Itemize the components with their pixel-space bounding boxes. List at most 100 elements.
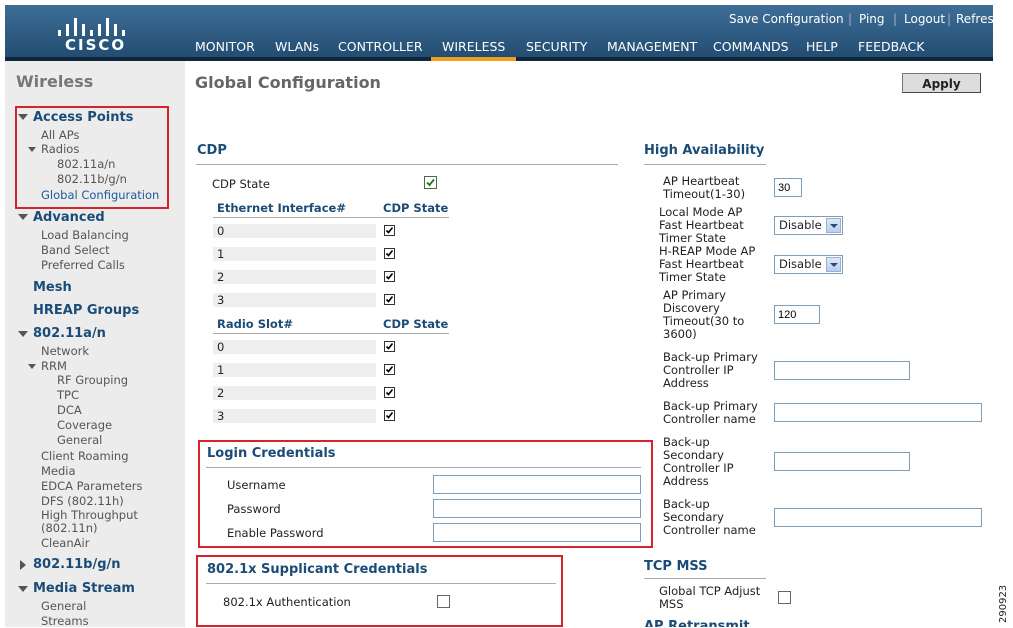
eth-cdp-checkbox[interactable] — [384, 248, 395, 259]
ap-heartbeat-input[interactable] — [774, 178, 802, 197]
global-tcp-adjust-label: Global TCP Adjust MSS — [659, 584, 761, 611]
sidebar-item-advanced[interactable]: Advanced — [33, 210, 105, 225]
nav-wlans[interactable]: WLANs — [275, 39, 319, 54]
username-input[interactable] — [433, 475, 641, 494]
sidebar-item-cleanair[interactable]: CleanAir — [41, 536, 89, 550]
table-row-bg — [213, 293, 376, 307]
sidebar-item-rf-grouping[interactable]: RF Grouping — [57, 373, 128, 387]
eth-row-label: 0 — [217, 224, 225, 238]
hreap-fast-heartbeat-label: H-REAP Mode AP Fast Heartbeat Timer State — [659, 244, 756, 284]
ap-primary-discovery-input[interactable] — [774, 305, 820, 324]
sidebar-item-rrm[interactable]: RRM — [41, 359, 67, 373]
radio-cdp-checkbox[interactable] — [384, 341, 395, 352]
figure-id: 290923 — [998, 584, 1009, 623]
nav-management[interactable]: MANAGEMENT — [607, 39, 697, 54]
eth-cdp-checkbox[interactable] — [384, 271, 395, 282]
password-input[interactable] — [433, 499, 641, 518]
hreap-fast-heartbeat-select[interactable]: Disable — [774, 255, 843, 274]
sidebar-item-802-11b-g-n[interactable]: 802.11b/g/n — [33, 557, 121, 572]
sidebar-item-dfs[interactable]: DFS (802.11h) — [41, 494, 124, 508]
sidebar-item-coverage[interactable]: Coverage — [57, 418, 112, 432]
sidebar-item-edca-parameters[interactable]: EDCA Parameters — [41, 479, 143, 493]
eth-row-label: 2 — [217, 270, 225, 284]
cdp-state-checkbox[interactable] — [424, 176, 437, 189]
password-label: Password — [227, 502, 281, 516]
backup-secondary-ip-label: Back-up Secondary Controller IP Address — [663, 435, 734, 488]
ethernet-interface-header: Ethernet Interface# — [217, 201, 346, 215]
sidebar-item-mesh[interactable]: Mesh — [33, 280, 72, 295]
select-value: Disable — [779, 218, 822, 232]
chevron-down-icon[interactable] — [826, 257, 841, 272]
eth-cdp-checkbox[interactable] — [384, 225, 395, 236]
sidebar-item-802-11a-n[interactable]: 802.11a/n — [33, 326, 106, 341]
cdp-state-header: CDP State — [383, 201, 449, 215]
eth-cdp-checkbox[interactable] — [384, 294, 395, 305]
table-row-bg — [213, 247, 376, 261]
refresh-link[interactable]: Refresh — [956, 12, 993, 26]
radio-cdp-checkbox[interactable] — [384, 387, 395, 398]
table-row-bg — [213, 409, 376, 423]
nav-controller[interactable]: CONTROLLER — [338, 39, 423, 54]
global-tcp-adjust-checkbox[interactable] — [778, 591, 791, 604]
save-configuration-link[interactable]: Save Configuration — [729, 12, 844, 26]
highlight-box — [15, 106, 169, 209]
backup-secondary-name-label: Back-up Secondary Controller name — [663, 497, 756, 537]
sidebar-item-tpc[interactable]: TPC — [57, 388, 79, 402]
radio-cdp-checkbox[interactable] — [384, 410, 395, 421]
ping-link[interactable]: Ping — [859, 12, 885, 26]
backup-secondary-name-input[interactable] — [774, 508, 982, 527]
eth-row-label: 1 — [217, 247, 225, 261]
apply-button[interactable]: Apply — [902, 73, 981, 93]
username-label: Username — [227, 478, 286, 492]
expand-icon[interactable] — [18, 586, 28, 592]
expand-icon[interactable] — [18, 214, 28, 220]
sidebar-item-streams[interactable]: Streams — [41, 614, 89, 628]
sidebar-item-dca[interactable]: DCA — [57, 403, 82, 417]
enable-password-input[interactable] — [433, 523, 641, 542]
backup-primary-name-input[interactable] — [774, 403, 982, 422]
nav-monitor[interactable]: MONITOR — [195, 39, 255, 54]
sidebar-item-band-select[interactable]: Band Select — [41, 243, 110, 257]
local-mode-fast-heartbeat-label: Local Mode AP Fast Heartbeat Timer State — [659, 205, 744, 245]
sidebar-item-client-roaming[interactable]: Client Roaming — [41, 449, 129, 463]
sidebar-item-high-throughput-suffix[interactable]: (802.11n) — [41, 521, 98, 535]
login-credentials-heading: Login Credentials — [207, 446, 336, 461]
table-row-bg — [213, 270, 376, 284]
chevron-down-icon[interactable] — [826, 218, 841, 233]
divider — [644, 164, 766, 165]
nav-help[interactable]: HELP — [806, 39, 838, 54]
sidebar-item-hreap-groups[interactable]: HREAP Groups — [33, 303, 139, 318]
divider — [213, 217, 449, 218]
sidebar-title: Wireless — [16, 72, 94, 91]
local-mode-fast-heartbeat-select[interactable]: Disable — [774, 216, 843, 235]
nav-commands[interactable]: COMMANDS — [713, 39, 789, 54]
backup-secondary-ip-input[interactable] — [774, 452, 910, 471]
ap-primary-discovery-label: AP Primary Discovery Timeout(30 to 3600) — [663, 288, 745, 341]
expand-icon[interactable] — [18, 331, 28, 337]
sidebar-item-network[interactable]: Network — [41, 344, 89, 358]
collapse-icon[interactable] — [20, 560, 26, 570]
radio-row-label: 0 — [217, 340, 225, 354]
sidebar-item-high-throughput[interactable]: High Throughput — [41, 508, 138, 522]
dot1x-authentication-checkbox[interactable] — [437, 595, 450, 608]
sidebar-item-general[interactable]: General — [57, 433, 102, 447]
nav-feedback[interactable]: FEEDBACK — [858, 39, 924, 54]
radio-row-label: 3 — [217, 409, 225, 423]
cdp-heading: CDP — [197, 143, 227, 158]
nav-security[interactable]: SECURITY — [526, 39, 587, 54]
cisco-logo-icon — [58, 16, 128, 36]
nav-wireless[interactable]: WIRELESS — [442, 39, 505, 54]
logout-link[interactable]: Logout — [904, 12, 945, 26]
sidebar-item-load-balancing[interactable]: Load Balancing — [41, 228, 129, 242]
sidebar-item-media-stream[interactable]: Media Stream — [33, 581, 135, 596]
divider — [206, 467, 641, 468]
link-separator: | — [848, 12, 853, 26]
sidebar-item-ms-general[interactable]: General — [41, 599, 86, 613]
sidebar-item-preferred-calls[interactable]: Preferred Calls — [41, 258, 125, 272]
tcp-mss-heading: TCP MSS — [644, 559, 708, 574]
cdp-state-label: CDP State — [212, 177, 270, 191]
expand-icon[interactable] — [28, 364, 36, 369]
radio-cdp-checkbox[interactable] — [384, 364, 395, 375]
sidebar-item-media[interactable]: Media — [41, 464, 76, 478]
backup-primary-ip-input[interactable] — [774, 361, 910, 380]
